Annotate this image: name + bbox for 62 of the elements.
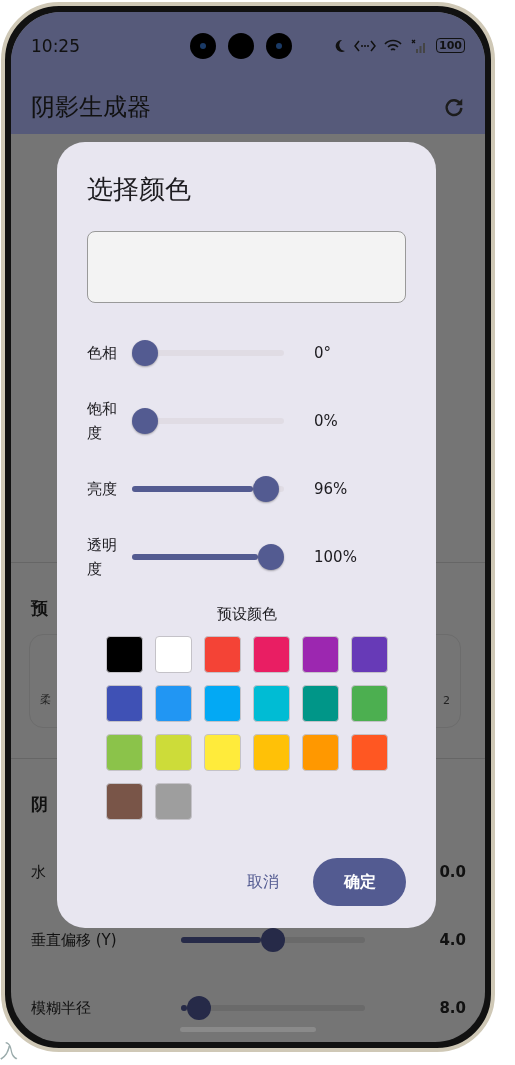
wifi-icon [384, 38, 403, 53]
slider-label: 色相 [87, 343, 118, 364]
color-swatch[interactable] [351, 734, 388, 771]
section-heading: 预 [31, 597, 48, 620]
control-value: 4.0 [439, 931, 466, 949]
slider-label: 亮度 [87, 479, 118, 500]
app-title: 阴影生成器 [31, 91, 151, 123]
slider[interactable] [132, 544, 284, 570]
slider-fill [181, 1005, 188, 1011]
data-transfer-icon [354, 39, 377, 52]
color-swatch[interactable] [302, 734, 339, 771]
color-swatch[interactable] [155, 685, 192, 722]
slider-value: 100% [314, 548, 357, 566]
slider-label: 饱和度 [87, 399, 118, 444]
control-value: 8.0 [439, 999, 466, 1017]
color-swatch[interactable] [253, 636, 290, 673]
color-swatch[interactable] [302, 685, 339, 722]
slider-thumb[interactable] [258, 544, 284, 570]
slider-thumb[interactable] [261, 928, 285, 952]
control-label: 水 [31, 862, 47, 882]
color-swatch[interactable] [253, 734, 290, 771]
control-label: 垂直偏移 (Y) [31, 930, 118, 950]
slider-thumb[interactable] [187, 996, 212, 1020]
moon-icon [334, 38, 347, 53]
slider[interactable] [132, 340, 284, 366]
slider-thumb[interactable] [252, 476, 279, 502]
slider[interactable] [132, 408, 284, 434]
slider-value: 0° [314, 344, 332, 362]
color-swatch[interactable] [253, 685, 290, 722]
cancel-button[interactable]: 取消 [247, 863, 279, 901]
status-time: 10:25 [31, 35, 81, 56]
color-swatch[interactable] [351, 636, 388, 673]
slider-value: 0% [314, 412, 338, 430]
slider-label: 透明度 [87, 535, 118, 580]
page-text: 入 [0, 1039, 18, 1063]
color-swatch[interactable] [106, 734, 143, 771]
color-swatch[interactable] [302, 636, 339, 673]
color-swatch[interactable] [351, 685, 388, 722]
battery-icon: 100 [436, 38, 465, 54]
color-swatch[interactable] [106, 783, 143, 820]
slider-thumb[interactable] [132, 340, 158, 366]
color-swatch[interactable] [106, 685, 143, 722]
control-label: 模糊半径 [31, 998, 92, 1018]
slider-value: 96% [314, 480, 348, 498]
color-swatch[interactable] [155, 734, 192, 771]
camera-icon [189, 31, 293, 60]
slider[interactable] [181, 996, 365, 1020]
dialog-title: 选择颜色 [87, 173, 191, 206]
control-value: 0.0 [439, 863, 466, 881]
color-swatch[interactable] [155, 636, 192, 673]
color-input-field[interactable] [87, 231, 406, 303]
confirm-button[interactable]: 确定 [313, 858, 406, 906]
color-swatch[interactable] [204, 685, 241, 722]
preset-colors-title: 预设颜色 [216, 605, 277, 624]
slider[interactable] [181, 928, 365, 952]
color-swatch[interactable] [155, 783, 192, 820]
color-swatch[interactable] [106, 636, 143, 673]
slider[interactable] [132, 476, 284, 502]
color-swatch[interactable] [204, 636, 241, 673]
section-heading: 阴 [31, 793, 48, 816]
color-swatch[interactable] [204, 734, 241, 771]
slider-thumb[interactable] [132, 408, 158, 434]
